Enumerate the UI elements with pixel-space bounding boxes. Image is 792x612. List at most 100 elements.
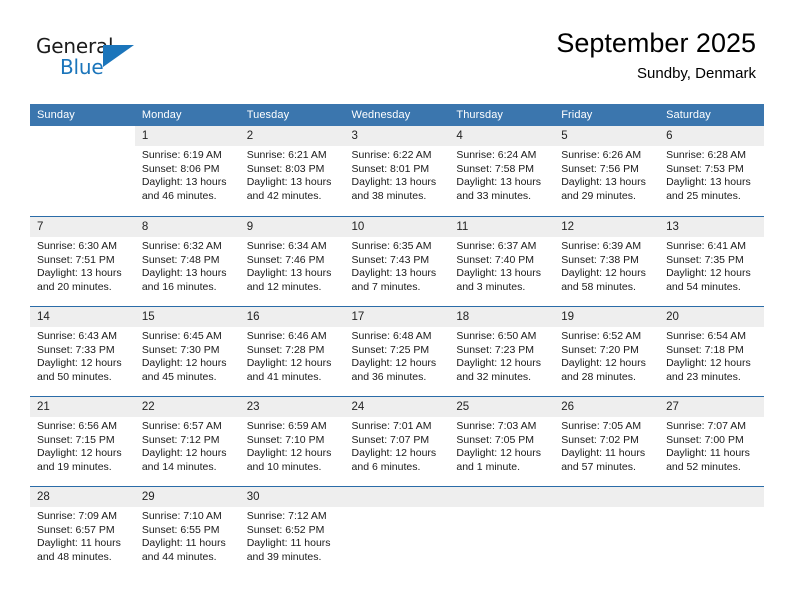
- day-details: Sunrise: 7:09 AM Sunset: 6:57 PM Daylight:…: [30, 507, 135, 564]
- generalblue-logo[interactable]: General Blue: [36, 34, 146, 82]
- sunrise-time: Sunrise: 6:54 AM: [666, 330, 747, 342]
- sunrise-time: Sunrise: 6:39 AM: [561, 240, 642, 252]
- daylight-duration-line2: and 41 minutes.: [246, 370, 322, 383]
- sunrise-time: Sunrise: 7:01 AM: [351, 420, 432, 432]
- calendar-day-cell[interactable]: 28 Sunrise: 7:09 AM Sunset: 6:57 PM Dayligh…: [30, 487, 135, 576]
- day-details: Sunrise: 6:59 AM Sunset: 7:10 PM Daylight:…: [240, 417, 345, 474]
- weekday-header-monday: Monday: [141, 109, 182, 121]
- calendar-day-cell[interactable]: 25 Sunrise: 7:03 AM Sunset: 7:05 PM Dayligh…: [449, 397, 555, 486]
- calendar-day-cell[interactable]: 2 Sunrise: 6:21 AM Sunset: 8:03 PM Daylight…: [239, 126, 345, 216]
- calendar-day-cell[interactable]: 30 Sunrise: 7:12 AM Sunset: 6:52 PM Dayligh…: [239, 487, 345, 576]
- day-number: 21: [30, 397, 135, 417]
- calendar-day-cell[interactable]: 6 Sunrise: 6:28 AM Sunset: 7:53 PM Daylight…: [659, 126, 764, 216]
- calendar-day-cell[interactable]: 15 Sunrise: 6:45 AM Sunset: 7:30 PM Dayligh…: [134, 307, 240, 396]
- daylight-duration-line1: Daylight: 13 hours: [666, 176, 751, 189]
- calendar-day-cell[interactable]: 10 Sunrise: 6:35 AM Sunset: 7:43 PM Dayligh…: [344, 217, 450, 306]
- sunset-time: Sunset: 7:56 PM: [561, 162, 639, 175]
- sunrise-time: Sunrise: 6:21 AM: [246, 149, 327, 161]
- sunset-time: Sunset: 7:12 PM: [141, 433, 220, 446]
- calendar-day-cell[interactable]: 9 Sunrise: 6:34 AM Sunset: 7:46 PM Daylight…: [239, 217, 345, 306]
- daylight-duration-line1: Daylight: 11 hours: [561, 447, 646, 460]
- calendar-day-cell[interactable]: 7 Sunrise: 6:30 AM Sunset: 7:51 PM Daylight…: [30, 217, 135, 306]
- daylight-duration-line2: and 45 minutes.: [141, 370, 217, 383]
- daylight-duration-line2: and 33 minutes.: [456, 189, 532, 202]
- calendar-day-cell[interactable]: 16 Sunrise: 6:46 AM Sunset: 7:28 PM Dayligh…: [239, 307, 345, 396]
- sunset-time: Sunset: 7:48 PM: [141, 253, 220, 266]
- day-details: Sunrise: 7:12 AM Sunset: 6:52 PM Daylight:…: [240, 507, 345, 564]
- location-subtitle: Sundby, Denmark: [637, 65, 756, 82]
- daylight-duration-line2: and 19 minutes.: [37, 460, 112, 473]
- daylight-duration-line2: and 10 minutes.: [246, 460, 322, 473]
- calendar-day-cell[interactable]: 23 Sunrise: 6:59 AM Sunset: 7:10 PM Dayligh…: [239, 397, 345, 486]
- calendar-day-cell[interactable]: 12 Sunrise: 6:39 AM Sunset: 7:38 PM Dayligh…: [554, 217, 660, 306]
- day-details: Sunrise: 6:46 AM Sunset: 7:28 PM Daylight:…: [240, 327, 345, 384]
- calendar-day-cell[interactable]: 8 Sunrise: 6:32 AM Sunset: 7:48 PM Daylight…: [134, 217, 240, 306]
- day-number: 20: [659, 307, 764, 327]
- calendar-day-cell-empty: [449, 487, 555, 576]
- sunset-time: Sunset: 7:23 PM: [456, 343, 535, 356]
- sunset-time: Sunset: 7:58 PM: [456, 162, 535, 175]
- sunrise-time: Sunrise: 7:03 AM: [456, 420, 537, 432]
- daylight-duration-line1: Daylight: 12 hours: [37, 447, 122, 460]
- sunset-time: Sunset: 7:00 PM: [666, 433, 744, 446]
- daylight-duration-line1: Daylight: 11 hours: [246, 537, 331, 550]
- daylight-duration-line2: and 6 minutes.: [351, 460, 421, 473]
- calendar-day-cell[interactable]: 17 Sunrise: 6:48 AM Sunset: 7:25 PM Dayligh…: [344, 307, 450, 396]
- day-details: Sunrise: 6:37 AM Sunset: 7:40 PM Daylight:…: [449, 237, 554, 294]
- day-details: Sunrise: 7:01 AM Sunset: 7:07 PM Daylight:…: [345, 417, 450, 474]
- calendar-day-cell[interactable]: 13 Sunrise: 6:41 AM Sunset: 7:35 PM Dayligh…: [659, 217, 764, 306]
- calendar-week-row: 14 Sunrise: 6:43 AM Sunset: 7:33 PM Dayligh…: [30, 306, 764, 396]
- calendar-day-cell[interactable]: 19 Sunrise: 6:52 AM Sunset: 7:20 PM Dayligh…: [554, 307, 660, 396]
- day-number: 15: [134, 307, 240, 327]
- sunset-time: Sunset: 8:01 PM: [351, 162, 430, 175]
- sunrise-time: Sunrise: 6:52 AM: [561, 330, 642, 342]
- calendar-day-cell[interactable]: 29 Sunrise: 7:10 AM Sunset: 6:55 PM Dayligh…: [134, 487, 240, 576]
- day-details: Sunrise: 6:41 AM Sunset: 7:35 PM Daylight:…: [659, 237, 764, 294]
- sunrise-time: Sunrise: 6:45 AM: [141, 330, 222, 342]
- daylight-duration-line1: Daylight: 13 hours: [246, 267, 332, 280]
- daylight-duration-line2: and 44 minutes.: [141, 550, 217, 563]
- daylight-duration-line1: Daylight: 13 hours: [37, 267, 122, 280]
- daylight-duration-line1: Daylight: 11 hours: [141, 537, 226, 550]
- calendar-day-cell[interactable]: 11 Sunrise: 6:37 AM Sunset: 7:40 PM Dayligh…: [449, 217, 555, 306]
- calendar-day-cell[interactable]: 20 Sunrise: 6:54 AM Sunset: 7:18 PM Dayligh…: [659, 307, 764, 396]
- calendar-day-cell[interactable]: 22 Sunrise: 6:57 AM Sunset: 7:12 PM Dayligh…: [134, 397, 240, 486]
- daylight-duration-line1: Daylight: 13 hours: [351, 267, 437, 280]
- day-number: [30, 126, 135, 146]
- day-number: 27: [659, 397, 764, 417]
- day-number: 2: [239, 126, 345, 146]
- day-number: 30: [239, 487, 345, 507]
- page-title: September 2025: [556, 28, 756, 58]
- weekday-header-row: Sunday Monday Tuesday Wednesday Thursday…: [30, 104, 764, 126]
- sunset-time: Sunset: 7:25 PM: [351, 343, 430, 356]
- calendar-day-cell[interactable]: 18 Sunrise: 6:50 AM Sunset: 7:23 PM Dayligh…: [449, 307, 555, 396]
- day-number: 7: [30, 217, 135, 237]
- daylight-duration-line2: and 42 minutes.: [246, 189, 322, 202]
- calendar-day-cell[interactable]: 21 Sunrise: 6:56 AM Sunset: 7:15 PM Dayligh…: [30, 397, 135, 486]
- daylight-duration-line1: Daylight: 12 hours: [666, 357, 751, 370]
- calendar-day-cell[interactable]: 27 Sunrise: 7:07 AM Sunset: 7:00 PM Dayligh…: [659, 397, 764, 486]
- daylight-duration-line1: Daylight: 13 hours: [141, 267, 227, 280]
- day-number: 13: [659, 217, 764, 237]
- daylight-duration-line1: Daylight: 12 hours: [351, 447, 437, 460]
- daylight-duration-line2: and 57 minutes.: [561, 460, 636, 473]
- daylight-duration-line1: Daylight: 12 hours: [246, 447, 332, 460]
- weekday-header-friday: Friday: [561, 109, 593, 121]
- calendar-day-cell[interactable]: 1 Sunrise: 6:19 AM Sunset: 8:06 PM Daylight…: [134, 126, 240, 216]
- calendar-day-cell[interactable]: 4 Sunrise: 6:24 AM Sunset: 7:58 PM Daylight…: [449, 126, 555, 216]
- daylight-duration-line1: Daylight: 13 hours: [561, 176, 646, 189]
- calendar-day-cell[interactable]: 24 Sunrise: 7:01 AM Sunset: 7:07 PM Dayligh…: [344, 397, 450, 486]
- calendar-day-cell[interactable]: 3 Sunrise: 6:22 AM Sunset: 8:01 PM Daylight…: [344, 126, 450, 216]
- sunrise-time: Sunrise: 6:41 AM: [666, 240, 747, 252]
- sunrise-time: Sunrise: 6:26 AM: [561, 149, 642, 161]
- calendar-day-cell[interactable]: 26 Sunrise: 7:05 AM Sunset: 7:02 PM Dayligh…: [554, 397, 660, 486]
- daylight-duration-line2: and 1 minute.: [456, 460, 521, 473]
- sunset-time: Sunset: 7:02 PM: [561, 433, 639, 446]
- daylight-duration-line1: Daylight: 11 hours: [666, 447, 750, 460]
- calendar-day-cell[interactable]: 5 Sunrise: 6:26 AM Sunset: 7:56 PM Daylight…: [554, 126, 660, 216]
- daylight-duration-line1: Daylight: 12 hours: [141, 357, 227, 370]
- daylight-duration-line2: and 7 minutes.: [351, 280, 421, 293]
- sunset-time: Sunset: 7:10 PM: [246, 433, 325, 446]
- calendar-day-cell[interactable]: 14 Sunrise: 6:43 AM Sunset: 7:33 PM Dayligh…: [30, 307, 135, 396]
- daylight-duration-line2: and 50 minutes.: [37, 370, 112, 383]
